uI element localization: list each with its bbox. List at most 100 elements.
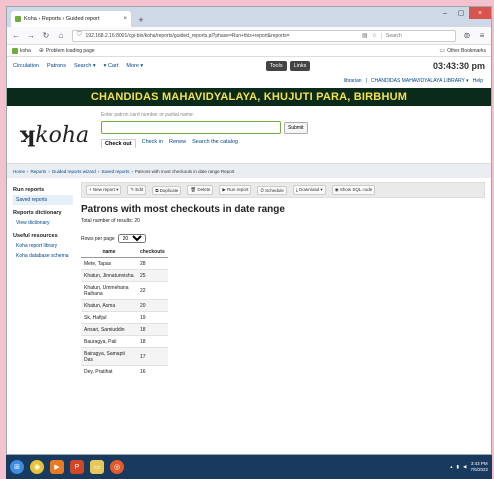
volume-icon[interactable]: ◀ [463, 464, 466, 470]
bookmark-label: koha [20, 47, 31, 54]
table-header-row: name checkouts [81, 247, 168, 258]
table-row: Khatun, Asma 20 [81, 299, 168, 312]
download-button[interactable]: ⤓ Download ▾ [292, 185, 326, 195]
sidebar-item-view-dictionary[interactable]: View dictionary [13, 218, 73, 228]
total-results: Total number of results: 20 [81, 218, 140, 224]
user-menu[interactable]: librarian [344, 78, 362, 84]
cell-name: Bauragya, Pali [81, 335, 137, 348]
cell-checkouts: 20 [137, 299, 168, 312]
library-menu[interactable]: CHANDIDAS MAHAVIDYALAYA LIBRARY ▾ [371, 78, 469, 84]
browser-tab[interactable]: Koha › Reports › Guided report × [11, 11, 131, 27]
search-box[interactable]: Search [381, 32, 451, 39]
koha-logo[interactable]: ʞkoha [19, 112, 89, 157]
menu-icon[interactable]: ≡ [478, 31, 486, 40]
rows-per-page: Rows per page 20 [81, 234, 485, 243]
tools-button[interactable]: Tools [265, 60, 287, 71]
firefox-icon[interactable]: ◎ [110, 460, 124, 474]
separator: | [365, 78, 367, 84]
table-row: Khatun, Ummehana Raihana 22 [81, 281, 168, 300]
links-button[interactable]: Links [289, 60, 311, 71]
network-icon[interactable]: ▮ [457, 464, 459, 470]
bookmark-label: Problem loading page [45, 47, 95, 54]
cell-checkouts: 18 [137, 335, 168, 348]
sidebar-item-report-library[interactable]: Koha report library [13, 241, 73, 251]
extensions-icon[interactable]: ⊚ [463, 31, 471, 40]
new-report-button[interactable]: + New report ▾ [86, 185, 122, 195]
cell-name: Bairagya, Samapti Das [81, 347, 137, 366]
system-tray: ▴ ▮ ◀ 3:43 PM 7/6/2022 [450, 461, 488, 473]
bookmark-koha[interactable]: koha [12, 47, 31, 54]
cell-checkouts: 19 [137, 311, 168, 324]
browser-window: Koha › Reports › Guided report × + – ▢ ×… [6, 6, 492, 455]
duplicate-button[interactable]: ⧉ Duplicate [152, 185, 182, 195]
nav-cart[interactable]: ▾ Cart [104, 63, 119, 69]
home-icon[interactable]: ⌂ [57, 31, 65, 40]
tab-renew[interactable]: Renew [169, 139, 186, 148]
run-report-button[interactable]: ▶ Run report [219, 185, 252, 195]
url-text: 192.168.2.16:8001/cgi-bin/koha/reports/g… [85, 32, 290, 39]
schedule-button[interactable]: ⏱ Schedule [257, 185, 287, 195]
column-header-checkouts[interactable]: checkouts [137, 247, 168, 258]
nav-search[interactable]: Search ▾ [74, 63, 96, 69]
shield-icon: ⛉ [77, 32, 82, 38]
close-window-icon[interactable]: × [469, 7, 491, 19]
file-explorer-icon[interactable]: ▭ [90, 460, 104, 474]
sidebar-item-saved-reports[interactable]: Saved reports [13, 195, 73, 205]
maximize-icon[interactable]: ▢ [453, 7, 469, 19]
rows-per-page-label: Rows per page [81, 235, 115, 242]
bookmark-problem[interactable]: ⊕ Problem loading page [39, 47, 95, 55]
crumb-current: Patrons with most checkouts in date rang… [134, 168, 235, 174]
taskbar-date: 7/6/2022 [470, 467, 488, 472]
edit-button[interactable]: ✎ Edit [127, 185, 147, 195]
delete-button[interactable]: 🗑 Delete [187, 185, 214, 195]
address-bar[interactable]: ⛉ 192.168.2.16:8001/cgi-bin/koha/reports… [72, 29, 456, 42]
sidebar-item-db-schema[interactable]: Koha database schema [13, 251, 73, 261]
cell-name: Khatun, Jinnatunnisha [81, 269, 137, 282]
cell-checkouts: 16 [137, 365, 168, 377]
start-icon[interactable]: ⊞ [10, 460, 24, 474]
other-bookmarks[interactable]: ▭ Other Bookmarks [439, 47, 486, 55]
tab-bar: Koha › Reports › Guided report × + – ▢ × [7, 7, 491, 27]
tab-check-out[interactable]: Check out [101, 139, 136, 148]
back-icon[interactable]: ← [12, 31, 20, 40]
star-icon[interactable]: ☆ [372, 32, 377, 39]
table-row: Mete, Tapas 28 [81, 257, 168, 270]
forward-icon[interactable]: → [27, 31, 35, 40]
tab-title: Koha › Reports › Guided report [24, 16, 100, 22]
patron-search-input[interactable] [101, 121, 281, 134]
table-row: Ansari, Samiuddin 18 [81, 323, 168, 336]
close-tab-icon[interactable]: × [123, 16, 127, 22]
nav-more[interactable]: More ▾ [126, 63, 143, 69]
show-sql-button[interactable]: ◉ Show SQL code [331, 185, 376, 195]
submit-button[interactable]: Submit [284, 121, 308, 134]
new-tab-icon[interactable]: + [134, 13, 148, 27]
powerpoint-icon[interactable]: P [70, 460, 84, 474]
checkout-search: Enter patron card number or partial name… [101, 112, 308, 157]
sidebar-heading-resources: Useful resources [13, 233, 58, 239]
chrome-icon[interactable]: ◉ [30, 460, 44, 474]
table-row: Sk, Hafijul 19 [81, 311, 168, 324]
rows-per-page-select[interactable]: 20 [117, 234, 146, 243]
taskbar-clock[interactable]: 3:43 PM 7/6/2022 [470, 461, 488, 473]
clock: 03:43:30 pm [432, 60, 485, 71]
reload-icon[interactable]: ↻ [42, 31, 50, 40]
crumb-home[interactable]: Home [13, 169, 25, 174]
breadcrumb: Home › Reports › Guided reports wizard › Sa… [7, 164, 491, 178]
media-player-icon[interactable]: ▶ [50, 460, 64, 474]
reader-icon[interactable]: ▤ [362, 32, 368, 39]
cell-name: Sk, Hafijul [81, 311, 137, 324]
nav-circulation[interactable]: Circulation [13, 63, 39, 69]
help-link[interactable]: Help [473, 78, 483, 84]
crumb-saved[interactable]: Saved reports [101, 169, 129, 174]
column-header-name[interactable]: name [81, 247, 137, 258]
tab-check-in[interactable]: Check in [142, 139, 163, 148]
crumb-reports[interactable]: Reports [31, 169, 47, 174]
tab-search-catalog[interactable]: Search the catalog [192, 139, 238, 148]
crumb-wizard[interactable]: Guided reports wizard [52, 169, 96, 174]
bookmarks-bar: koha ⊕ Problem loading page ▭ Other Book… [7, 45, 491, 57]
tray-arrow-icon[interactable]: ▴ [450, 464, 452, 470]
minimize-icon[interactable]: – [437, 7, 453, 19]
nav-patrons[interactable]: Patrons [47, 63, 66, 69]
table-row: Khatun, Jinnatunnisha 25 [81, 269, 168, 282]
koha-top-nav: Circulation Patrons Search ▾ ▾ Cart More… [7, 57, 491, 74]
